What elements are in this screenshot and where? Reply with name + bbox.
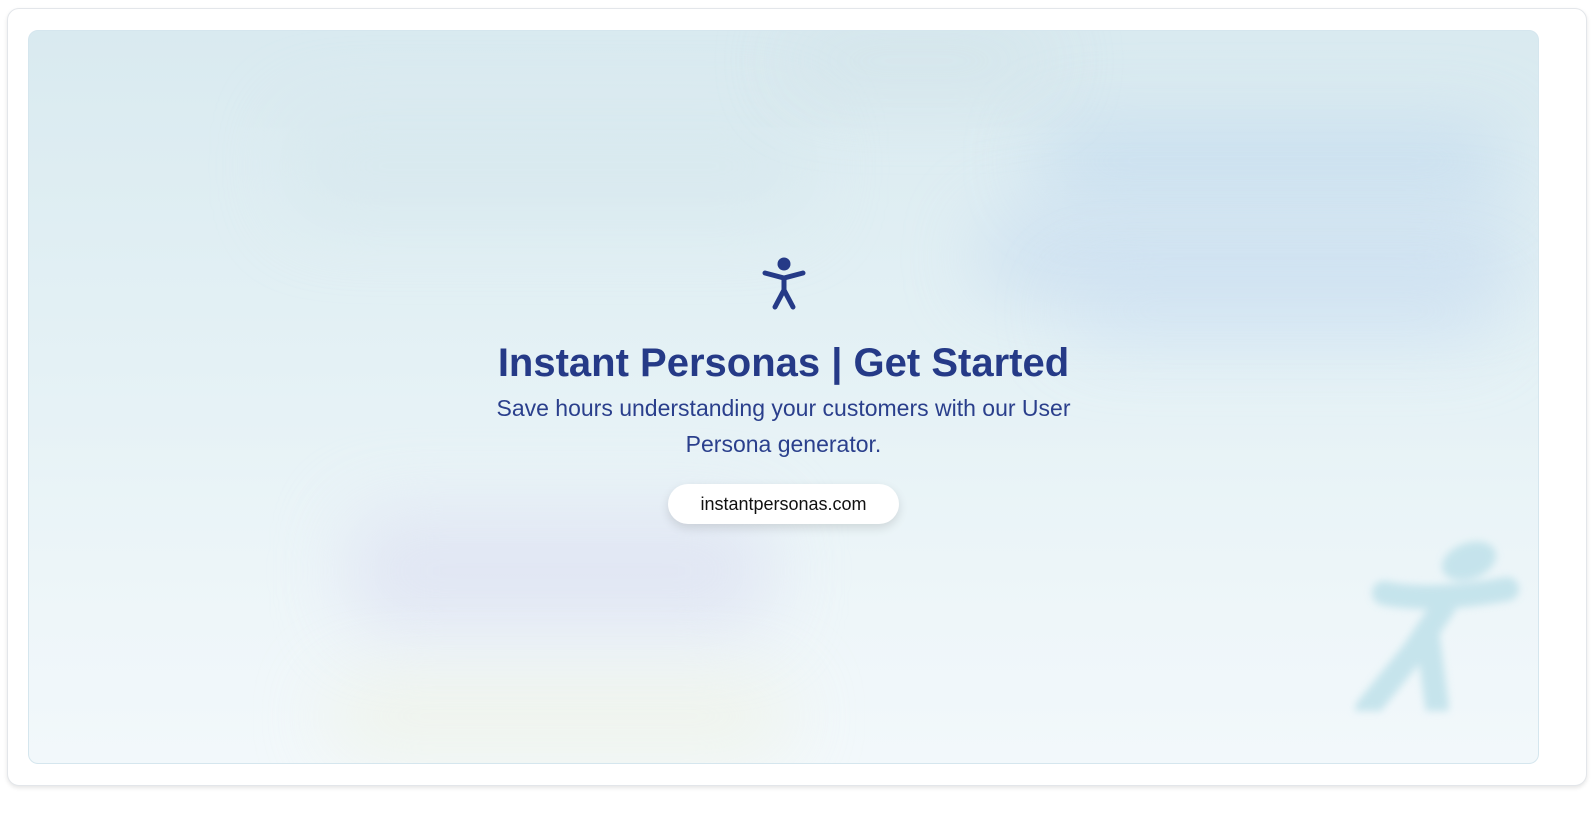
site-link-button[interactable]: instantpersonas.com (668, 484, 899, 524)
background-blur (1039, 126, 1509, 196)
person-arms-out-icon (762, 257, 805, 310)
background-blur (349, 511, 769, 631)
background-blur (329, 681, 789, 751)
hero-banner: Instant Personas | Get Started Save hour… (28, 30, 1539, 764)
background-blur (289, 111, 809, 221)
background-blur (789, 31, 1049, 91)
page-subtitle: Save hours understanding your customers … (496, 395, 1071, 457)
person-watermark-icon (1355, 541, 1519, 711)
hero-content: Instant Personas | Get Started Save hour… (29, 256, 1538, 524)
page-title: Instant Personas | Get Started (497, 341, 1070, 385)
